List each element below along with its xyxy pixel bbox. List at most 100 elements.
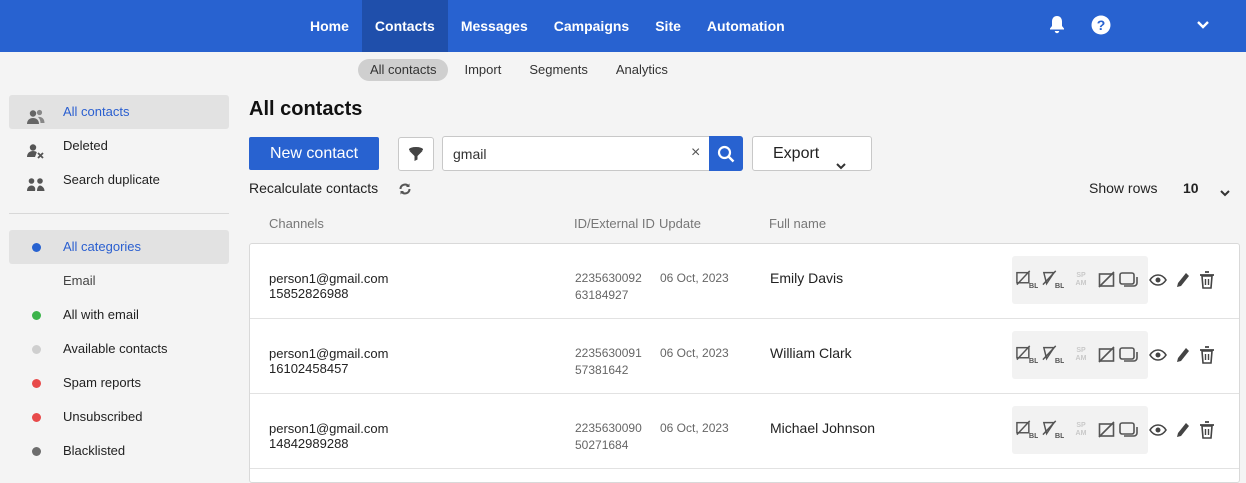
show-rows-select[interactable]: 10 [1183, 180, 1199, 196]
update-cell: 06 Oct, 2023 [660, 271, 729, 285]
view-eye-icon[interactable] [1147, 269, 1169, 291]
nav-site[interactable]: Site [642, 0, 694, 52]
channels-cell: person1@gmail.com 15852826988 [269, 271, 388, 301]
edit-pencil-icon[interactable] [1172, 419, 1194, 441]
sidebar-item-label: Deleted [63, 138, 108, 153]
channels-cell: person1@gmail.com 16102458457 [269, 346, 388, 376]
sidebar-item-label: Unsubscribed [63, 409, 143, 424]
filter-button[interactable] [398, 137, 434, 171]
sidebar-item-unsubscribed[interactable]: Unsubscribed [9, 400, 229, 434]
status-dot [32, 447, 41, 456]
subnav-analytics[interactable]: Analytics [604, 59, 680, 81]
edit-pencil-icon[interactable] [1172, 269, 1194, 291]
sidebar-item-all-with-email[interactable]: All with email [9, 298, 229, 332]
spam-status-icon[interactable]: SP AM [1070, 269, 1092, 291]
id-cell: 2235630091 57381642 [575, 345, 642, 379]
contact-id: 2235630090 [575, 421, 642, 435]
delete-trash-icon[interactable] [1196, 269, 1218, 291]
spam-status-icon[interactable]: SP AM [1070, 344, 1092, 366]
sidebar: All contacts Deleted Search duplicate Al… [9, 95, 229, 468]
sidebar-item-spam-reports[interactable]: Spam reports [9, 366, 229, 400]
email-blacklist-icon[interactable]: BL [1016, 419, 1038, 441]
messages-icon[interactable] [1118, 269, 1140, 291]
sub-navigation: All contacts Import Segments Analytics [358, 59, 680, 81]
contact-phone: 14842989288 [269, 436, 349, 451]
nav-home[interactable]: Home [297, 0, 362, 52]
delete-trash-icon[interactable] [1196, 419, 1218, 441]
svg-text:BL: BL [1055, 356, 1064, 365]
sidebar-item-blacklisted[interactable]: Blacklisted [9, 434, 229, 468]
nav-messages[interactable]: Messages [448, 0, 541, 52]
nav-contacts[interactable]: Contacts [361, 0, 448, 52]
new-contact-button[interactable]: New contact [249, 137, 379, 170]
unsubscribe-icon[interactable] [1096, 419, 1118, 441]
sidebar-item-label: All with email [63, 307, 139, 322]
view-eye-icon[interactable] [1147, 344, 1169, 366]
sidebar-item-search-duplicate[interactable]: Search duplicate [9, 163, 229, 197]
view-eye-icon[interactable] [1147, 419, 1169, 441]
update-cell: 06 Oct, 2023 [660, 346, 729, 360]
table-row[interactable]: person1@gmail.com 16102458457 2235630091… [250, 319, 1239, 394]
update-cell: 06 Oct, 2023 [660, 421, 729, 435]
users-icon [27, 104, 45, 124]
column-header-id[interactable]: ID/External ID [574, 216, 655, 231]
status-dot [32, 379, 41, 388]
spam-badge-line1: SP [1076, 347, 1086, 354]
sidebar-item-all-contacts[interactable]: All contacts [9, 95, 229, 129]
nav-automation[interactable]: Automation [694, 0, 798, 52]
messages-icon[interactable] [1118, 344, 1140, 366]
contact-external-id: 63184927 [575, 288, 629, 302]
main-nav: Home Contacts Messages Campaigns Site Au… [297, 0, 798, 52]
status-dot [32, 413, 41, 422]
column-header-channels[interactable]: Channels [269, 216, 324, 231]
table-row[interactable]: person1@gmail.com 14842989288 2235630090… [250, 394, 1239, 469]
column-header-update[interactable]: Update [659, 216, 701, 231]
sms-blacklist-icon[interactable]: BL [1042, 419, 1064, 441]
sms-blacklist-icon[interactable]: BL [1042, 269, 1064, 291]
messages-icon[interactable] [1118, 419, 1140, 441]
svg-text:BL: BL [1029, 281, 1038, 290]
sidebar-item-deleted[interactable]: Deleted [9, 129, 229, 163]
email-blacklist-icon[interactable]: BL [1016, 269, 1038, 291]
clear-search-icon[interactable]: × [691, 144, 700, 162]
column-header-full-name[interactable]: Full name [769, 216, 826, 231]
svg-text:BL: BL [1029, 431, 1038, 440]
sidebar-item-label: Available contacts [63, 341, 168, 356]
search-button[interactable] [709, 136, 743, 171]
chevron-down-icon[interactable] [1219, 184, 1231, 202]
channels-cell: person1@gmail.com 14842989288 [269, 421, 388, 451]
nav-campaigns[interactable]: Campaigns [541, 0, 642, 52]
export-label: Export [773, 145, 820, 162]
sidebar-divider [9, 213, 229, 214]
id-cell: 2235630092 63184927 [575, 270, 642, 304]
recalculate-contacts-link[interactable]: Recalculate contacts [249, 180, 378, 196]
unsubscribe-icon[interactable] [1096, 269, 1118, 291]
sidebar-item-all-categories[interactable]: All categories [9, 230, 229, 264]
unsubscribe-icon[interactable] [1096, 344, 1118, 366]
chevron-down-icon[interactable] [1192, 14, 1214, 36]
sms-blacklist-icon[interactable]: BL [1042, 344, 1064, 366]
email-blacklist-icon[interactable]: BL [1016, 344, 1038, 366]
show-rows-label: Show rows [1089, 180, 1158, 196]
svg-text:BL: BL [1029, 356, 1038, 365]
search-input[interactable] [453, 145, 673, 163]
refresh-icon[interactable] [398, 182, 412, 201]
subnav-import[interactable]: Import [452, 59, 513, 81]
sidebar-item-available-contacts[interactable]: Available contacts [9, 332, 229, 366]
help-icon[interactable]: ? [1090, 14, 1112, 36]
user-delete-icon [27, 138, 45, 159]
duplicate-users-icon [27, 172, 45, 191]
delete-trash-icon[interactable] [1196, 344, 1218, 366]
contact-email: person1@gmail.com [269, 271, 389, 286]
subnav-all-contacts[interactable]: All contacts [358, 59, 449, 81]
full-name-cell: William Clark [770, 345, 852, 361]
subnav-segments[interactable]: Segments [517, 59, 600, 81]
edit-pencil-icon[interactable] [1172, 344, 1194, 366]
sidebar-item-label: Blacklisted [63, 443, 126, 458]
bell-icon[interactable] [1046, 14, 1068, 36]
export-button[interactable]: Export [752, 136, 872, 171]
contact-external-id: 57381642 [575, 363, 629, 377]
sidebar-item-label: All categories [63, 239, 142, 254]
table-row[interactable]: person1@gmail.com 15852826988 2235630092… [250, 244, 1239, 319]
spam-status-icon[interactable]: SP AM [1070, 419, 1092, 441]
